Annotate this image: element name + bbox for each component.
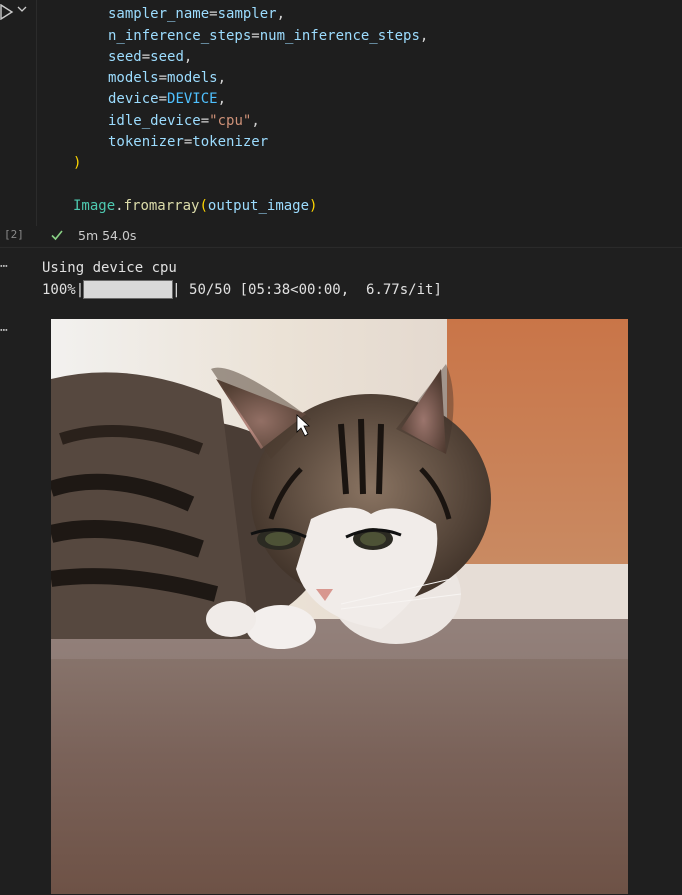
code-line: n_inference_steps=num_inference_steps, bbox=[108, 28, 429, 44]
progress-percent: 100%| bbox=[42, 282, 85, 298]
progress-bar bbox=[83, 279, 174, 299]
code-line: device=DEVICE, bbox=[108, 91, 227, 107]
code-line: tokenizer=tokenizer bbox=[108, 134, 269, 150]
code-editor[interactable]: ━━━━━━━━━━━━━━━━━━━━━━ sampler_name=samp… bbox=[36, 0, 682, 226]
cell-status: 5m 54.0s bbox=[36, 224, 682, 246]
progress-suffix: | 50/50 [05:38<00:00, 6.77s/it] bbox=[172, 282, 442, 298]
code-line: seed=seed, bbox=[108, 49, 193, 65]
run-triangle-icon[interactable] bbox=[0, 4, 14, 20]
cat-image bbox=[51, 319, 628, 894]
cell-gutter: [2] bbox=[0, 0, 34, 246]
execution-duration: 5m 54.0s bbox=[78, 227, 137, 243]
progress-line: 100%| | 50/50 [05:38<00:00, 6.77s/it] bbox=[42, 279, 442, 300]
execution-count: [2] bbox=[4, 228, 24, 241]
more-dots-icon[interactable]: ⋯ bbox=[0, 260, 20, 273]
code-line: models=models, bbox=[108, 70, 227, 86]
more-dots-icon[interactable]: ⋯ bbox=[0, 324, 20, 337]
code-line: idle_device="cpu", bbox=[108, 113, 260, 129]
output-line: Using device cpu bbox=[42, 260, 177, 276]
code-line: Image.fromarray(output_image) bbox=[73, 198, 318, 214]
code-line: sampler_name=sampler, bbox=[108, 6, 286, 22]
chevron-down-icon[interactable] bbox=[17, 4, 27, 14]
code-line: ) bbox=[73, 155, 82, 171]
output-image bbox=[51, 319, 628, 894]
check-icon bbox=[51, 230, 63, 241]
code-cell: [2] ━━━━━━━━━━━━━━━━━━━━━━ sampler_name=… bbox=[0, 0, 682, 246]
